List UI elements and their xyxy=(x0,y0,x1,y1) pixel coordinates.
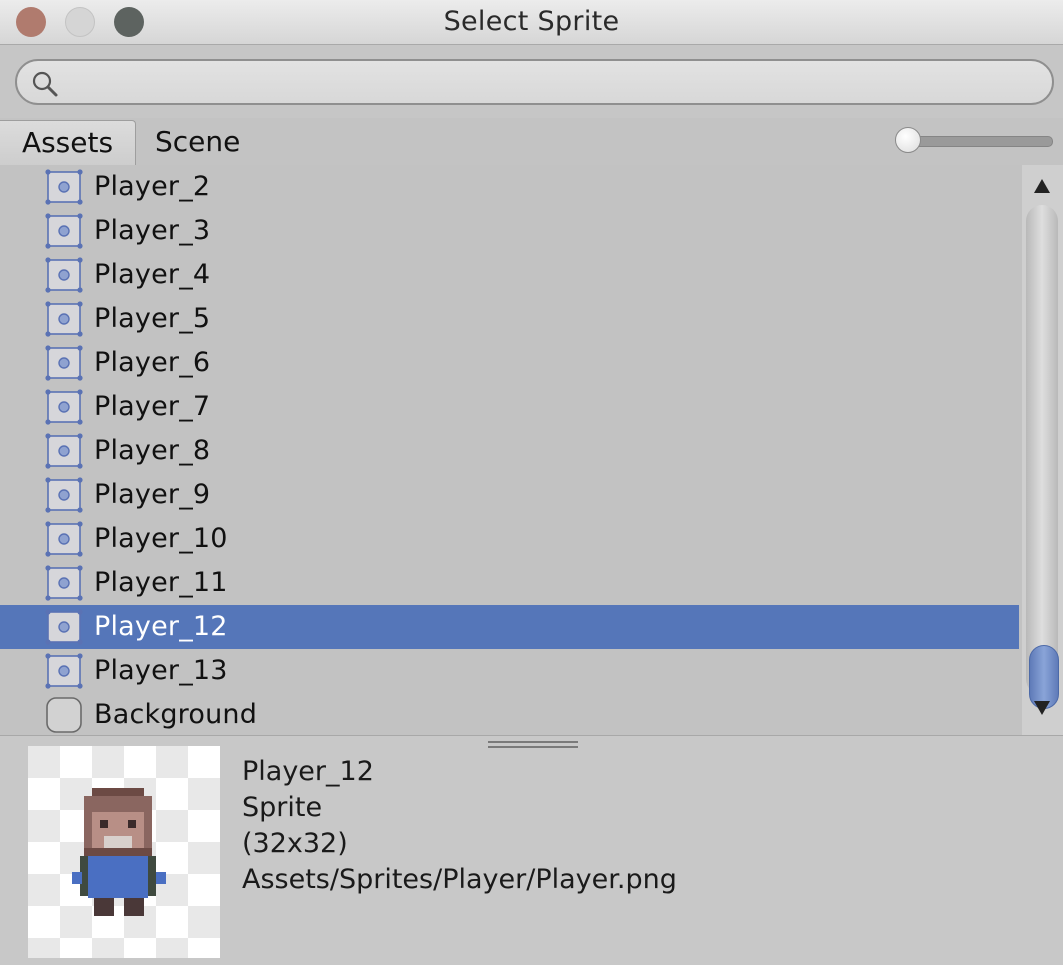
list-item-label: Player_13 xyxy=(94,655,228,686)
list-item-label: Player_3 xyxy=(94,215,211,246)
list-item[interactable]: Player_5 xyxy=(0,297,1019,341)
sprite-preview-image xyxy=(28,746,220,958)
list-item[interactable]: Player_10 xyxy=(0,517,1019,561)
list-item-label: Player_9 xyxy=(94,479,211,510)
select-sprite-window: Select Sprite Assets Scene Player_2 Playe… xyxy=(0,0,1063,965)
sprite-icon xyxy=(44,520,84,558)
icon-size-slider[interactable] xyxy=(906,136,1053,147)
list-item-label: Player_8 xyxy=(94,435,211,466)
list-item-label: Player_7 xyxy=(94,391,211,422)
list-item-label: Player_12 xyxy=(94,611,228,642)
search-icon xyxy=(32,71,58,97)
sprite-icon xyxy=(44,608,84,646)
sprite-icon xyxy=(44,344,84,382)
list-item[interactable]: Player_2 xyxy=(0,165,1019,209)
scroll-up-arrow-icon[interactable] xyxy=(1032,177,1052,195)
icon-size-slider-knob[interactable] xyxy=(895,127,921,153)
title-bar[interactable]: Select Sprite xyxy=(0,0,1063,45)
sprite-icon xyxy=(44,212,84,250)
sprite-type: Sprite xyxy=(242,792,323,823)
list-item-label: Player_5 xyxy=(94,303,211,334)
tab-bar: Assets Scene xyxy=(0,118,1063,165)
sprite-icon xyxy=(44,564,84,602)
sprite-path: Assets/Sprites/Player/Player.png xyxy=(242,864,677,895)
sprite-icon xyxy=(44,388,84,426)
list-item-label: Player_6 xyxy=(94,347,211,378)
list-item[interactable]: Player_11 xyxy=(0,561,1019,605)
list-item[interactable]: Player_9 xyxy=(0,473,1019,517)
resize-handle[interactable] xyxy=(488,741,578,751)
scrollbar-track[interactable] xyxy=(1026,205,1059,709)
list-item-label: Player_10 xyxy=(94,523,228,554)
scroll-down-arrow-icon[interactable] xyxy=(1032,699,1052,717)
list-item[interactable]: Player_7 xyxy=(0,385,1019,429)
sprite-icon xyxy=(44,476,84,514)
tab-assets[interactable]: Assets xyxy=(0,120,136,165)
sprite-size: (32x32) xyxy=(242,828,348,859)
sprite-icon xyxy=(44,432,84,470)
tab-scene[interactable]: Scene xyxy=(155,120,240,164)
list-item-label: Player_4 xyxy=(94,259,211,290)
list-item-label: Player_2 xyxy=(94,171,211,202)
list-item[interactable]: Player_6 xyxy=(0,341,1019,385)
list-item[interactable]: Player_4 xyxy=(0,253,1019,297)
sprite-info: Player_12 Sprite (32x32) Assets/Sprites/… xyxy=(242,754,677,898)
list-item[interactable]: Player_3 xyxy=(0,209,1019,253)
sprite-icon xyxy=(44,168,84,206)
search-input[interactable] xyxy=(67,65,1031,101)
sprite-icon xyxy=(44,256,84,294)
vertical-scrollbar[interactable] xyxy=(1022,165,1063,735)
list-item[interactable]: Background xyxy=(0,693,1019,735)
sprite-icon xyxy=(44,300,84,338)
list-item[interactable]: Player_12 xyxy=(0,605,1019,649)
asset-list: Player_2 Player_3 Player_4 Player_5 Player_6… xyxy=(0,165,1022,735)
list-item[interactable]: Player_13 xyxy=(0,649,1019,693)
list-item-label: Background xyxy=(94,699,258,730)
list-item[interactable]: Player_8 xyxy=(0,429,1019,473)
search-bar-area xyxy=(0,45,1063,118)
window-title: Select Sprite xyxy=(443,6,620,37)
list-item-label: Player_11 xyxy=(94,567,228,598)
preview-panel: Player_12 Sprite (32x32) Assets/Sprites/… xyxy=(0,735,1063,965)
sprite-name: Player_12 xyxy=(242,756,374,787)
search-field[interactable] xyxy=(15,59,1054,105)
blank-sprite-icon xyxy=(44,696,84,734)
sprite-icon xyxy=(44,652,84,690)
